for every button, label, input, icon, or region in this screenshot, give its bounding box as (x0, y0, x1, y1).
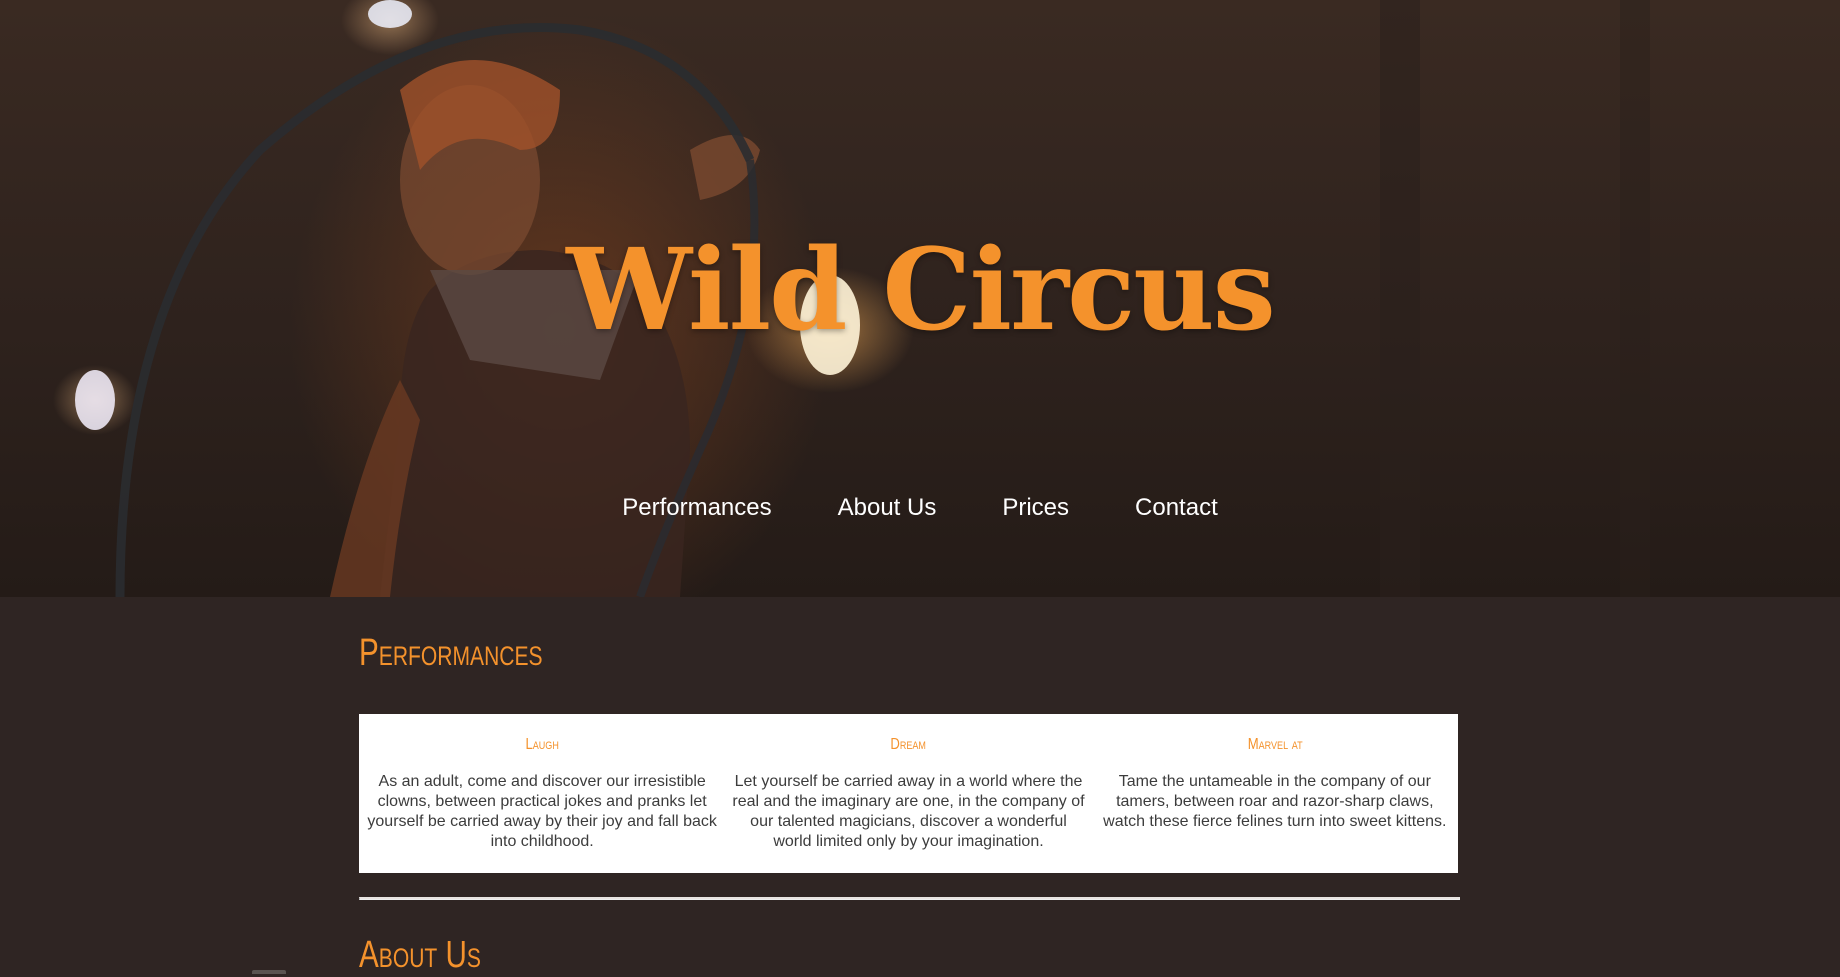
site-title: Wild Circus (566, 225, 1276, 357)
scroll-to-top-button[interactable] (252, 970, 286, 974)
performance-card-marvel-at: Marvel at Tame the untameable in the com… (1092, 714, 1458, 873)
card-text: Tame the untameable in the company of ou… (1103, 773, 1447, 830)
about-us-heading: About Us (359, 934, 481, 976)
card-title: Laugh (525, 736, 559, 753)
nav-item-prices[interactable]: Prices (1002, 494, 1069, 522)
performance-card-dream: Dream Let yourself be carried away in a … (725, 714, 1091, 873)
hero-banner: Wild Circus Performances About Us Prices… (0, 0, 1840, 597)
nav-item-contact[interactable]: Contact (1135, 494, 1218, 522)
card-title: Marvel at (1247, 736, 1303, 753)
performances-heading: Performances (359, 632, 543, 674)
card-text: Let yourself be carried away in a world … (732, 773, 1085, 850)
performances-cards: Laugh As an adult, come and discover our… (359, 714, 1458, 873)
section-divider (359, 897, 1460, 900)
card-title: Dream (890, 736, 927, 753)
nav-item-about-us[interactable]: About Us (838, 494, 937, 522)
main-nav: Performances About Us Prices Contact (0, 494, 1840, 522)
performance-card-laugh: Laugh As an adult, come and discover our… (359, 714, 725, 873)
nav-item-performances[interactable]: Performances (622, 494, 771, 522)
card-text: As an adult, come and discover our irres… (367, 773, 717, 850)
